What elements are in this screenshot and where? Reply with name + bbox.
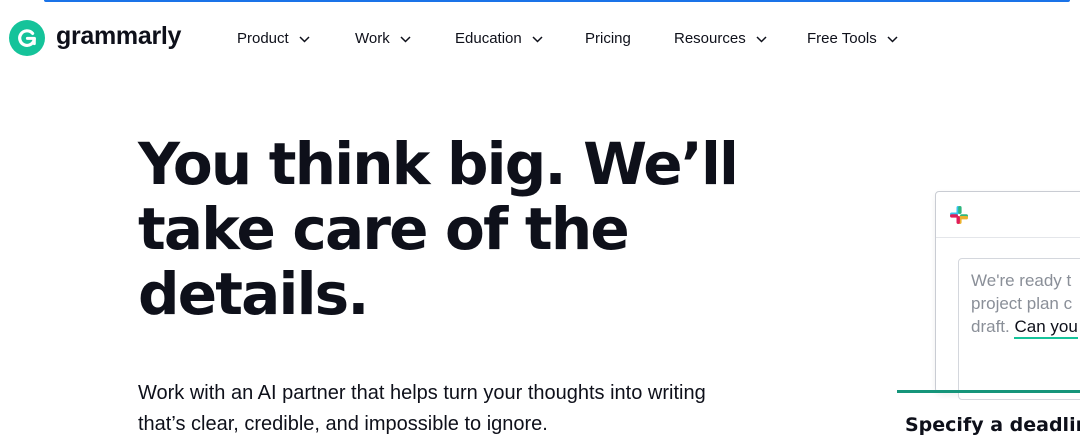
grammarly-logo-link[interactable]: grammarly <box>9 20 181 56</box>
hero-title-line: You think big. We’ll <box>138 130 739 198</box>
chevron-down-icon <box>887 35 898 43</box>
message-line: project plan c <box>971 294 1073 313</box>
nav-item-education[interactable]: Education <box>455 28 543 50</box>
hero-subtitle-line: that’s clear, credible, and impossible t… <box>138 413 548 435</box>
feature-caption[interactable]: Specify a deadlin <box>905 414 1080 436</box>
site-header: grammarly Product Work Education Pricing… <box>0 0 1080 78</box>
message-input[interactable]: We're ready t project plan c draft. Can … <box>958 258 1080 400</box>
nav-item-product[interactable]: Product <box>237 28 310 50</box>
nav-item-label: Pricing <box>585 30 631 47</box>
message-line: We're ready t <box>971 271 1072 290</box>
preview-card-toolbar <box>936 192 1080 238</box>
suggestion-highlight[interactable]: Can you <box>1014 317 1078 339</box>
feature-tab-indicator <box>897 390 1080 393</box>
slack-icon <box>950 206 968 224</box>
nav-item-label: Education <box>455 30 522 47</box>
brand-name: grammarly <box>56 22 182 50</box>
product-preview-card: We're ready t project plan c draft. Can … <box>935 191 1080 400</box>
hero-title-line: details. <box>138 260 369 328</box>
nav-item-resources[interactable]: Resources <box>674 28 767 50</box>
message-text: We're ready t project plan c draft. Can … <box>971 269 1080 339</box>
nav-item-label: Product <box>237 30 289 47</box>
nav-item-work[interactable]: Work <box>355 28 411 50</box>
hero-title-line: take care of the <box>138 195 630 263</box>
chevron-down-icon <box>299 35 310 43</box>
nav-item-label: Work <box>355 30 390 47</box>
nav-item-free-tools[interactable]: Free Tools <box>807 28 898 50</box>
hero-title: You think big. We’ll take care of the de… <box>138 132 758 327</box>
nav-item-label: Resources <box>674 30 746 47</box>
hero-subtitle: Work with an AI partner that helps turn … <box>138 378 778 436</box>
message-line: draft. <box>971 317 1010 336</box>
chevron-down-icon <box>400 35 411 43</box>
chevron-down-icon <box>532 35 543 43</box>
nav-item-label: Free Tools <box>807 30 877 47</box>
grammarly-g-logo-icon <box>9 20 45 56</box>
nav-item-pricing[interactable]: Pricing <box>585 28 631 50</box>
chevron-down-icon <box>756 35 767 43</box>
page: grammarly Product Work Education Pricing… <box>0 0 1080 436</box>
hero-subtitle-line: Work with an AI partner that helps turn … <box>138 382 706 404</box>
